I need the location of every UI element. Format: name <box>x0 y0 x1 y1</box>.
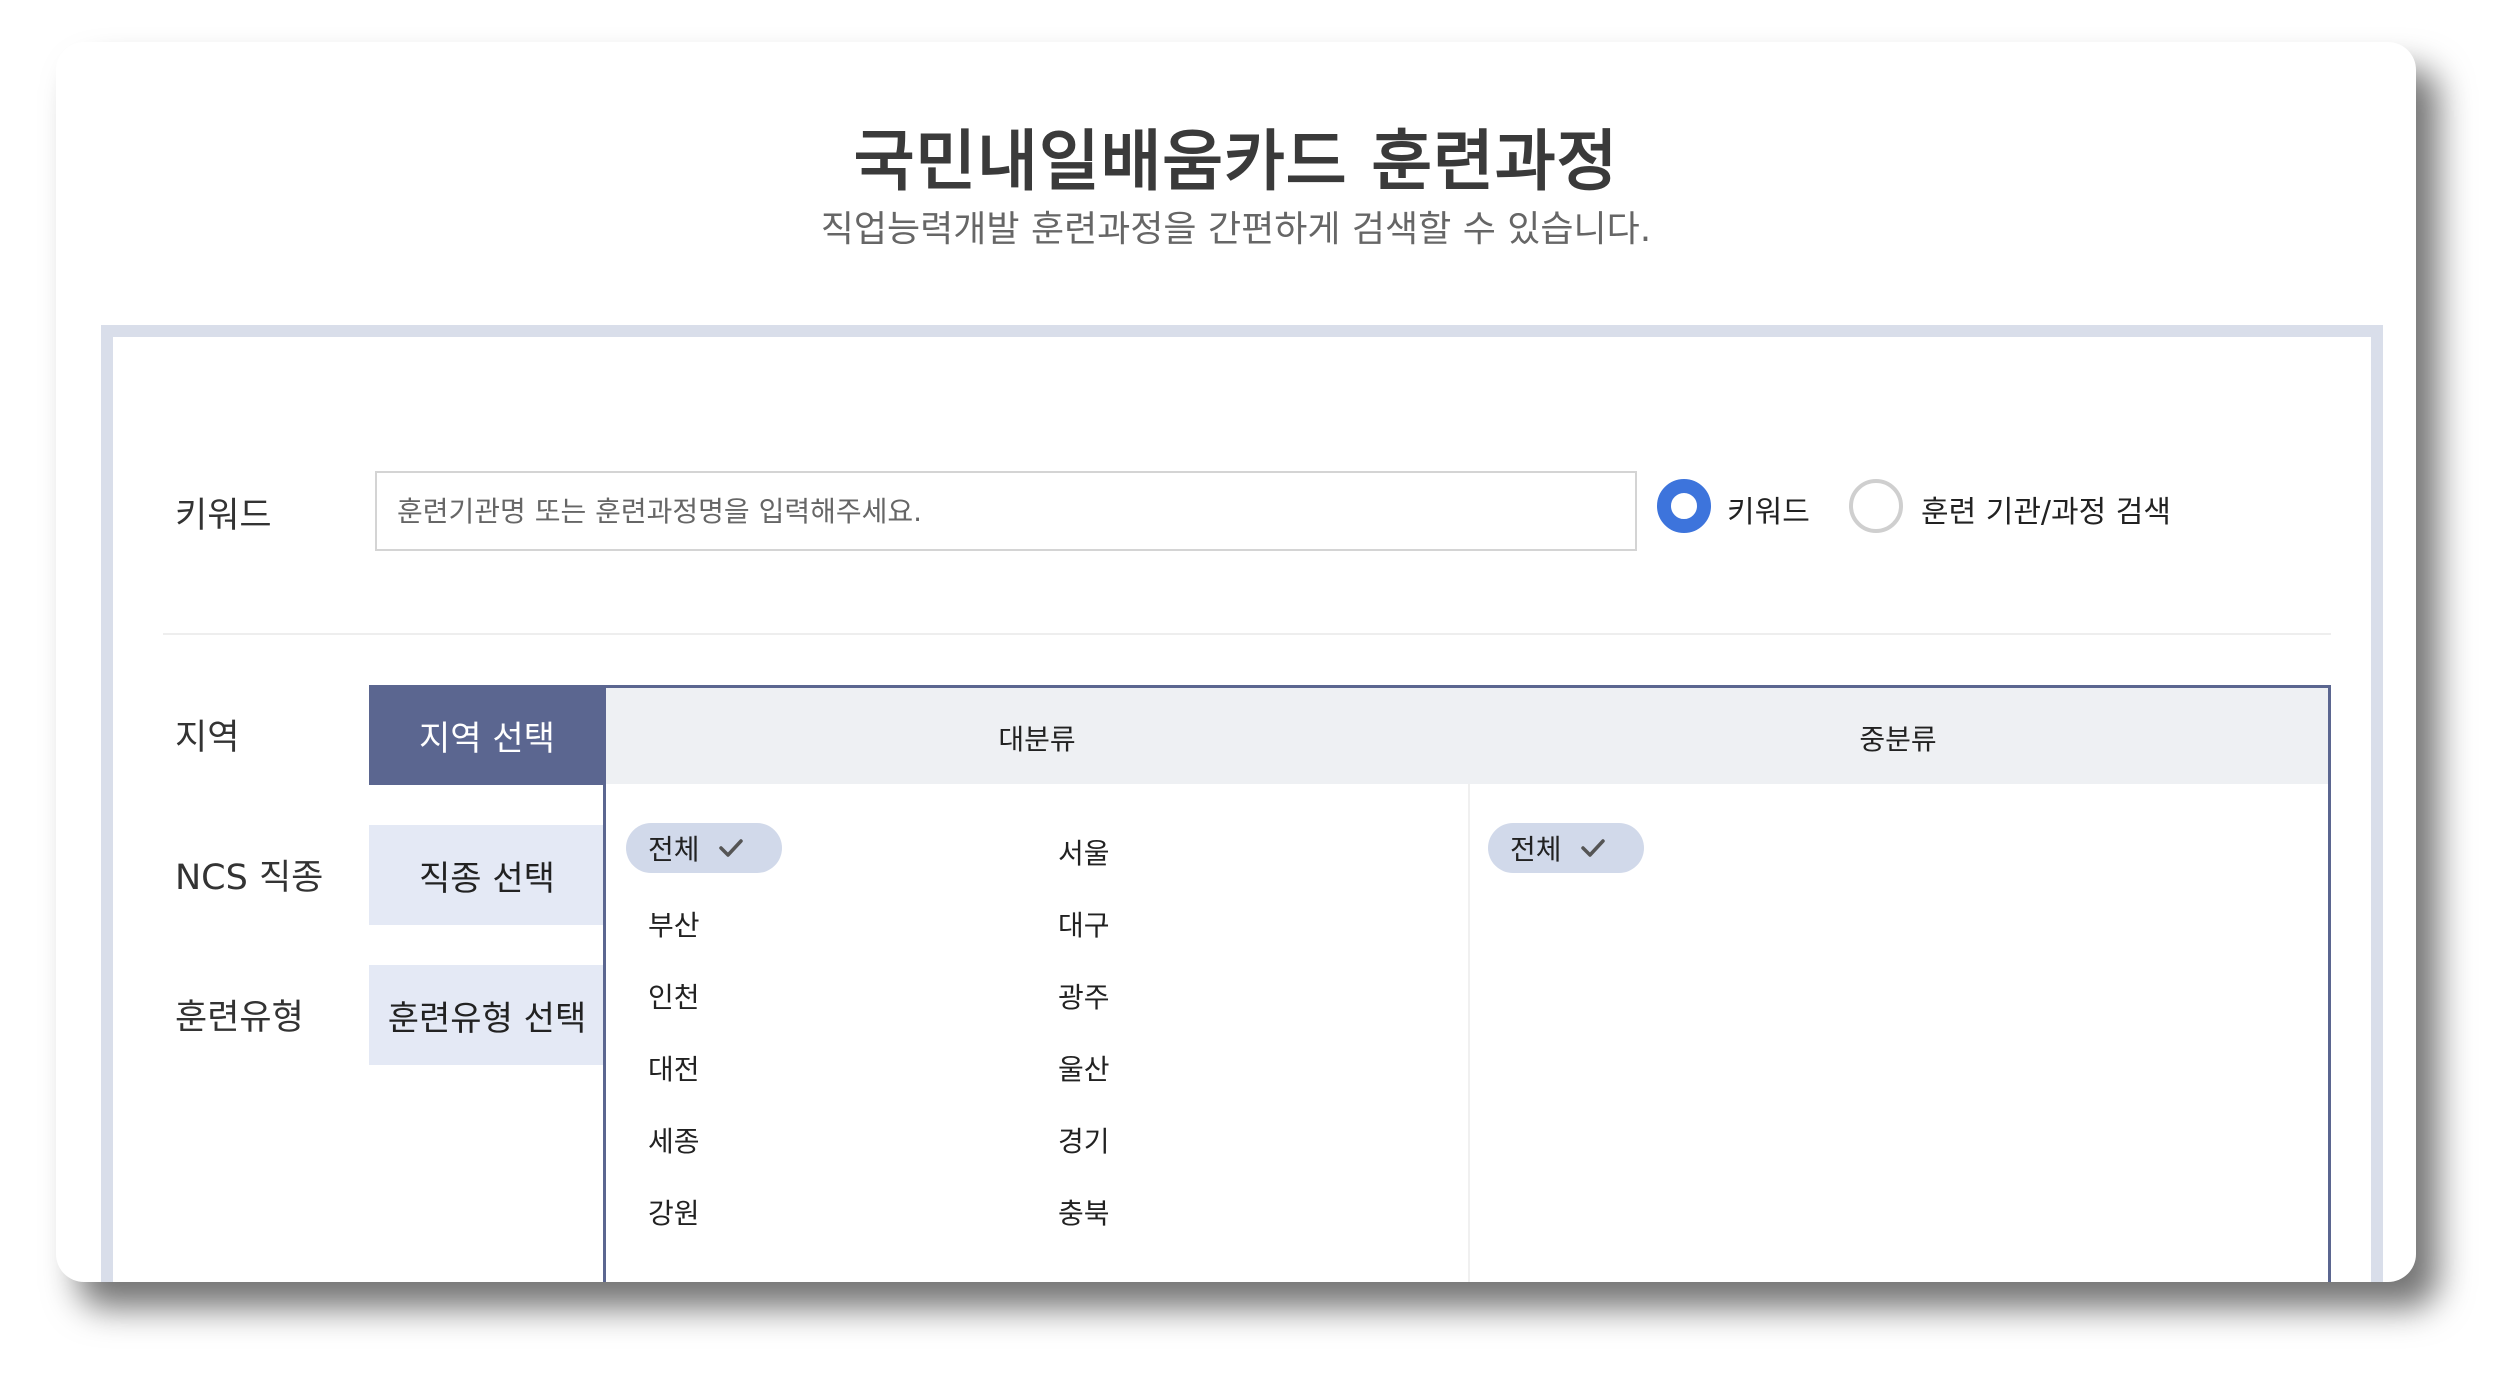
major-item-sejong[interactable]: 세종 <box>648 1120 700 1160</box>
training-type-label: 훈련유형 <box>175 998 304 1038</box>
page-subtitle: 직업능력개발 훈련과정을 간편하게 검색할 수 있습니다. <box>820 209 1652 250</box>
page-title: 국민내일배움카드 훈련과정 <box>853 123 1619 200</box>
major-item-ulsan[interactable]: 울산 <box>1058 1048 1110 1088</box>
check-icon <box>1580 839 1605 857</box>
keyword-radio[interactable] <box>1657 479 1711 533</box>
ncs-select-button[interactable]: 직종 선택 <box>369 825 605 925</box>
major-item-busan[interactable]: 부산 <box>648 904 700 944</box>
category-column-divider <box>1468 784 1470 1282</box>
minor-item-all[interactable]: 전체 <box>1488 823 1644 873</box>
category-header: 대분류 중분류 <box>606 688 2328 784</box>
category-selector: 대분류 중분류 전체 서울 부산 대구 인천 광주 대전 울산 세종 경기 강원… <box>603 685 2331 1282</box>
region-select-button[interactable]: 지역 선택 <box>369 685 605 785</box>
major-item-seoul[interactable]: 서울 <box>1058 832 1110 872</box>
major-item-daejeon[interactable]: 대전 <box>648 1048 700 1088</box>
major-item-gyeonggi[interactable]: 경기 <box>1058 1120 1110 1160</box>
region-label: 지역 <box>175 718 240 758</box>
ncs-label: NCS 직종 <box>175 858 324 898</box>
major-item-all-label: 전체 <box>648 833 700 866</box>
major-item-gwangju[interactable]: 광주 <box>1058 976 1110 1016</box>
minor-category-header: 중분류 <box>1859 723 1937 756</box>
major-item-incheon[interactable]: 인천 <box>648 976 700 1016</box>
keyword-search-input[interactable] <box>375 471 1637 551</box>
keyword-radio-label[interactable]: 키워드 <box>1727 487 1810 531</box>
section-divider <box>163 633 2331 635</box>
institution-course-radio-label[interactable]: 훈련 기관/과정 검색 <box>1921 487 2171 531</box>
keyword-label: 키워드 <box>175 496 272 536</box>
training-type-select-button[interactable]: 훈련유형 선택 <box>369 965 605 1065</box>
major-category-header: 대분류 <box>998 723 1076 756</box>
major-item-daegu[interactable]: 대구 <box>1058 904 1110 944</box>
major-item-gangwon[interactable]: 강원 <box>648 1192 700 1232</box>
major-item-chungbuk[interactable]: 충북 <box>1058 1192 1110 1232</box>
app-window: 국민내일배움카드 훈련과정 직업능력개발 훈련과정을 간편하게 검색할 수 있습… <box>56 42 2416 1282</box>
search-panel: 키워드 키워드 훈련 기관/과정 검색 지역 NCS 직종 훈련유형 지역 선택… <box>101 325 2383 1282</box>
institution-course-radio[interactable] <box>1849 479 1903 533</box>
major-item-all[interactable]: 전체 <box>626 823 782 873</box>
check-icon <box>718 839 743 857</box>
minor-item-all-label: 전체 <box>1510 833 1562 866</box>
